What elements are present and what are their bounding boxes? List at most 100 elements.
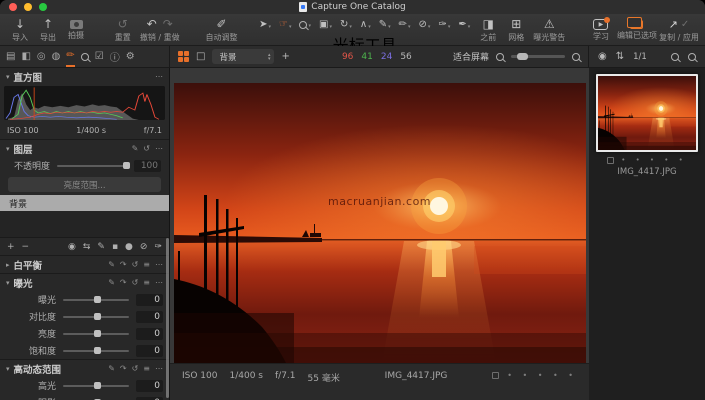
- erase-mask-tool[interactable]: ⊘▾: [419, 19, 431, 30]
- brightness-slider[interactable]: [63, 333, 129, 335]
- sidebar-scrollbar[interactable]: [166, 238, 169, 398]
- luma-range-button[interactable]: 亮度范围...: [8, 177, 161, 192]
- slider-knob[interactable]: [94, 330, 101, 337]
- layer-row-background[interactable]: 背景: [0, 195, 169, 211]
- draw-mask-tool[interactable]: ✎▾: [379, 19, 391, 30]
- slider-knob[interactable]: [94, 296, 101, 303]
- undo-icon[interactable]: ↶: [147, 17, 157, 31]
- add-layer-icon[interactable]: +: [7, 242, 15, 252]
- highlights-slider[interactable]: [63, 385, 129, 387]
- straighten-tool[interactable]: ∧▾: [360, 19, 371, 30]
- export-button[interactable]: ↑ 导出: [34, 17, 62, 43]
- fill-mask-icon[interactable]: ✑: [154, 242, 162, 252]
- star-rating[interactable]: • • • • •: [621, 156, 687, 164]
- auto-adjust-button[interactable]: ✐ 自动调整: [201, 17, 241, 43]
- reset-icon[interactable]: ↺: [132, 364, 139, 373]
- copy-apply-button[interactable]: ↗ ✓ 复制 / 应用: [659, 17, 699, 43]
- color-tag-checkbox[interactable]: [492, 372, 499, 379]
- saturation-slider[interactable]: [63, 350, 129, 352]
- remove-layer-icon[interactable]: −: [22, 242, 30, 252]
- learn-button[interactable]: ▶ 学习: [587, 17, 615, 42]
- menu-icon[interactable]: ≡: [143, 364, 150, 373]
- multi-view-icon[interactable]: [178, 51, 189, 62]
- picker-icon[interactable]: ✎: [108, 260, 115, 269]
- collapse-icon[interactable]: ▾: [6, 279, 10, 287]
- photo-sunset[interactable]: macruanjian.com: [174, 83, 586, 363]
- grid-button[interactable]: ⊞ 网格: [502, 17, 530, 43]
- menu-icon[interactable]: ≡: [143, 278, 150, 287]
- contrast-slider[interactable]: [63, 316, 129, 318]
- filter-search-icon[interactable]: [688, 53, 696, 61]
- spot-tool[interactable]: ✒▾: [458, 19, 470, 30]
- import-button[interactable]: ↓ 导入: [6, 17, 34, 43]
- expand-icon[interactable]: ▸: [6, 261, 10, 269]
- capture-button[interactable]: 拍摄: [62, 17, 90, 41]
- add-layer-icon[interactable]: +: [281, 51, 289, 62]
- tab-capture[interactable]: ◧: [21, 47, 30, 67]
- redo-icon[interactable]: ↷: [163, 17, 173, 31]
- tab-info[interactable]: ⓘ: [110, 47, 120, 67]
- heal-tool[interactable]: ✏▾: [399, 19, 411, 30]
- highlights-value[interactable]: 0: [136, 380, 163, 392]
- collapse-icon[interactable]: ▾: [6, 145, 10, 153]
- reset-icon[interactable]: ↺: [132, 278, 139, 287]
- color-tag-checkbox[interactable]: [607, 157, 614, 164]
- eye-icon[interactable]: ◉: [598, 51, 607, 62]
- more-icon[interactable]: ⋯: [155, 364, 163, 373]
- single-view-icon[interactable]: □: [196, 51, 205, 62]
- mask-visibility-icon[interactable]: ◉: [68, 242, 76, 252]
- menu-icon[interactable]: ≡: [143, 260, 150, 269]
- zoom-slider-thumb[interactable]: [517, 53, 528, 60]
- brightness-value[interactable]: 0: [136, 328, 163, 340]
- before-after-button[interactable]: ◨ 之前: [474, 17, 502, 43]
- undo-redo-button[interactable]: ↶ ↷ 撤销 / 重做: [137, 17, 183, 43]
- radial-mask-icon[interactable]: ●: [125, 242, 133, 252]
- exposure-warning-button[interactable]: ⚠ 曝光警告: [530, 17, 568, 43]
- tab-color[interactable]: ◍: [52, 47, 61, 67]
- thumbnail-selected[interactable]: [596, 74, 698, 152]
- sort-icon[interactable]: ⇅: [616, 51, 624, 62]
- more-icon[interactable]: ⋯: [155, 72, 163, 81]
- select-tool[interactable]: ➤▾: [259, 19, 271, 30]
- zoom-slider[interactable]: [511, 55, 565, 58]
- opacity-value[interactable]: 100: [134, 160, 161, 172]
- reset-button[interactable]: ↺ 重置: [109, 17, 137, 43]
- loupe-tool[interactable]: ▾: [299, 21, 311, 29]
- zoom-in-icon[interactable]: [572, 53, 580, 61]
- hand-tool[interactable]: ☞▾: [279, 19, 291, 30]
- tab-library[interactable]: ▤: [6, 47, 15, 67]
- tab-lens[interactable]: ◎: [37, 47, 46, 67]
- copy-adjust-icon[interactable]: ↷: [120, 260, 127, 269]
- tab-adjustments[interactable]: ✏: [66, 47, 74, 67]
- saturation-value[interactable]: 0: [136, 345, 163, 357]
- collapse-icon[interactable]: ▾: [6, 73, 10, 81]
- brush-icon[interactable]: ✎: [97, 242, 105, 252]
- rotate-tool[interactable]: ↻▾: [340, 19, 352, 30]
- erase-mask-icon[interactable]: ⊘: [140, 242, 148, 252]
- picker-icon[interactable]: ✎: [108, 364, 115, 373]
- more-icon[interactable]: ⋯: [155, 278, 163, 287]
- tab-metadata[interactable]: ☑: [95, 47, 104, 67]
- shadows-value[interactable]: 0: [136, 397, 163, 400]
- more-icon[interactable]: ⋯: [155, 260, 163, 269]
- gradient-mask-icon[interactable]: ▪: [112, 242, 118, 252]
- invert-mask-icon[interactable]: ⇆: [83, 242, 91, 252]
- slider-knob[interactable]: [94, 382, 101, 389]
- edit-selected-button[interactable]: 编辑已选项: [615, 17, 659, 41]
- reset-icon[interactable]: ↺: [132, 260, 139, 269]
- reset-icon[interactable]: ↺: [143, 144, 150, 153]
- opacity-slider[interactable]: [57, 165, 127, 167]
- star-rating[interactable]: • • • • •: [507, 371, 577, 380]
- slider-knob[interactable]: [94, 347, 101, 354]
- slider-knob[interactable]: [94, 313, 101, 320]
- clone-tool[interactable]: ✑▾: [438, 19, 450, 30]
- layer-selector[interactable]: 背景 ▴▾: [212, 49, 274, 64]
- tab-focus[interactable]: [81, 47, 89, 67]
- exposure-value[interactable]: 0: [136, 294, 163, 306]
- exposure-slider[interactable]: [63, 299, 129, 301]
- collapse-icon[interactable]: ▾: [6, 365, 10, 373]
- search-icon[interactable]: [671, 53, 679, 61]
- opacity-slider-knob[interactable]: [123, 162, 130, 169]
- more-icon[interactable]: ⋯: [155, 144, 163, 153]
- copy-adjust-icon[interactable]: ↷: [120, 278, 127, 287]
